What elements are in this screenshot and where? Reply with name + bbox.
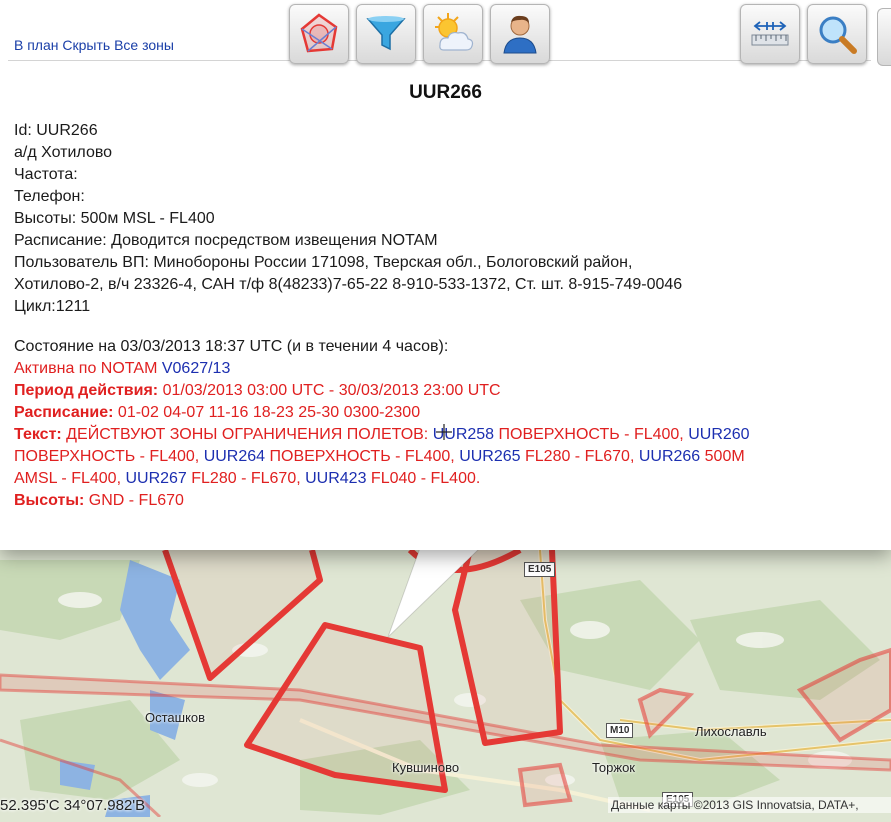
- notam-link[interactable]: V0627/13: [162, 360, 231, 377]
- map-place-label: Лихославль: [695, 724, 767, 739]
- text-part: FL280 - FL670,: [186, 470, 306, 487]
- crosshair-cursor-icon: [436, 424, 452, 440]
- filter-icon: [366, 16, 406, 51]
- map-place-label: Торжок: [592, 760, 635, 775]
- zone-link[interactable]: UUR267: [125, 470, 186, 487]
- extra-toolbar-button[interactable]: [877, 8, 891, 66]
- search-button[interactable]: [807, 4, 867, 64]
- search-icon: [819, 16, 857, 54]
- notam-schedule-line: Расписание: 01-02 04-07 11-16 18-23 25-3…: [14, 402, 884, 424]
- aerodrome-line: а/д Хотилово: [14, 144, 113, 161]
- notam-heights-line: Высоты: GND - FL670: [14, 490, 884, 512]
- zone-link[interactable]: UUR423: [305, 470, 366, 487]
- cursor-coordinates: 52.395'С 34°07.982'В: [0, 797, 146, 814]
- text-part: 500M: [700, 448, 745, 465]
- ruler-icon: [751, 21, 789, 46]
- filter-button[interactable]: [356, 4, 416, 64]
- to-plan-link[interactable]: В план: [14, 37, 59, 53]
- all-zones-link[interactable]: Все зоны: [114, 37, 174, 53]
- phone-line: Телефон:: [14, 188, 85, 205]
- text-part: FL280 - FL670,: [520, 448, 639, 465]
- user-line: Пользователь ВП: Минобороны России 17109…: [14, 254, 633, 271]
- zone-info-popup: В план Скрыть Все зоны UUR266 Id: UUR266…: [0, 0, 891, 550]
- heights-value: GND - FL670: [84, 492, 184, 509]
- weather-icon: [435, 13, 474, 51]
- text-label: Текст:: [14, 426, 62, 443]
- period-value: 01/03/2013 03:00 UTC - 30/03/2013 23:00 …: [158, 382, 501, 399]
- text-part: ПОВЕРХНОСТЬ - FL400,: [265, 448, 460, 465]
- weather-button[interactable]: [423, 4, 483, 64]
- status-heading: Состояние на 03/03/2013 18:37 UTC (и в т…: [14, 338, 449, 355]
- schedule-label: Расписание:: [14, 404, 114, 421]
- user-button[interactable]: [490, 4, 550, 64]
- zone-id-line: Id: UUR266: [14, 122, 98, 139]
- zone-link[interactable]: UUR266: [639, 448, 700, 465]
- map-place-label: Осташков: [145, 710, 206, 725]
- text-part: AMSL - FL400,: [14, 470, 126, 487]
- zone-title: UUR266: [409, 82, 482, 103]
- airspace-zones-icon: [300, 13, 338, 53]
- cycle-line: Цикл:1211: [14, 298, 91, 315]
- zone-link[interactable]: UUR265: [459, 448, 520, 465]
- measure-button[interactable]: [740, 4, 800, 64]
- period-line: Период действия: 01/03/2013 03:00 UTC - …: [14, 380, 884, 402]
- frequency-line: Частота:: [14, 166, 78, 183]
- heights-label: Высоты:: [14, 492, 85, 509]
- notam-active-line: Активна по NOTAM V0627/13: [14, 358, 884, 380]
- popup-actions: В план Скрыть Все зоны: [14, 37, 174, 53]
- heights-line: Высоты: 500м MSL - FL400: [14, 210, 215, 227]
- map-copyright: Данные карты ©2013 GIS Innovatsia, DATA+…: [608, 797, 891, 813]
- text-part: ДЕЙСТВУЮТ ЗОНЫ ОГРАНИЧЕНИЯ ПОЛЕТОВ:: [61, 426, 433, 443]
- schedule-value: 01-02 04-07 11-16 18-23 25-30 0300-2300: [113, 404, 421, 421]
- user-line-cont: Хотилово-2, в/ч 23326-4, САН т/ф 8(48233…: [14, 276, 683, 293]
- zone-info: Id: UUR266 а/д Хотилово Частота: Телефон…: [14, 120, 884, 318]
- text-part: ПОВЕРХНОСТЬ - FL400,: [14, 448, 204, 465]
- hide-link[interactable]: Скрыть: [62, 37, 110, 53]
- road-sign: E105: [524, 562, 556, 577]
- zone-link[interactable]: UUR260: [688, 426, 749, 443]
- text-part: FL040 - FL400.: [366, 470, 481, 487]
- period-label: Период действия:: [14, 382, 159, 399]
- zone-link[interactable]: UUR264: [204, 448, 265, 465]
- road-sign: M10: [606, 723, 634, 738]
- text-part: ПОВЕРХНОСТЬ - FL400,: [494, 426, 689, 443]
- schedule-line: Расписание: Доводится посредством извеще…: [14, 232, 438, 249]
- airspace-zones-button[interactable]: [289, 4, 349, 64]
- map-place-label: Кувшиново: [392, 760, 460, 775]
- active-prefix: Активна по NOTAM: [14, 360, 162, 377]
- user-icon: [503, 15, 537, 54]
